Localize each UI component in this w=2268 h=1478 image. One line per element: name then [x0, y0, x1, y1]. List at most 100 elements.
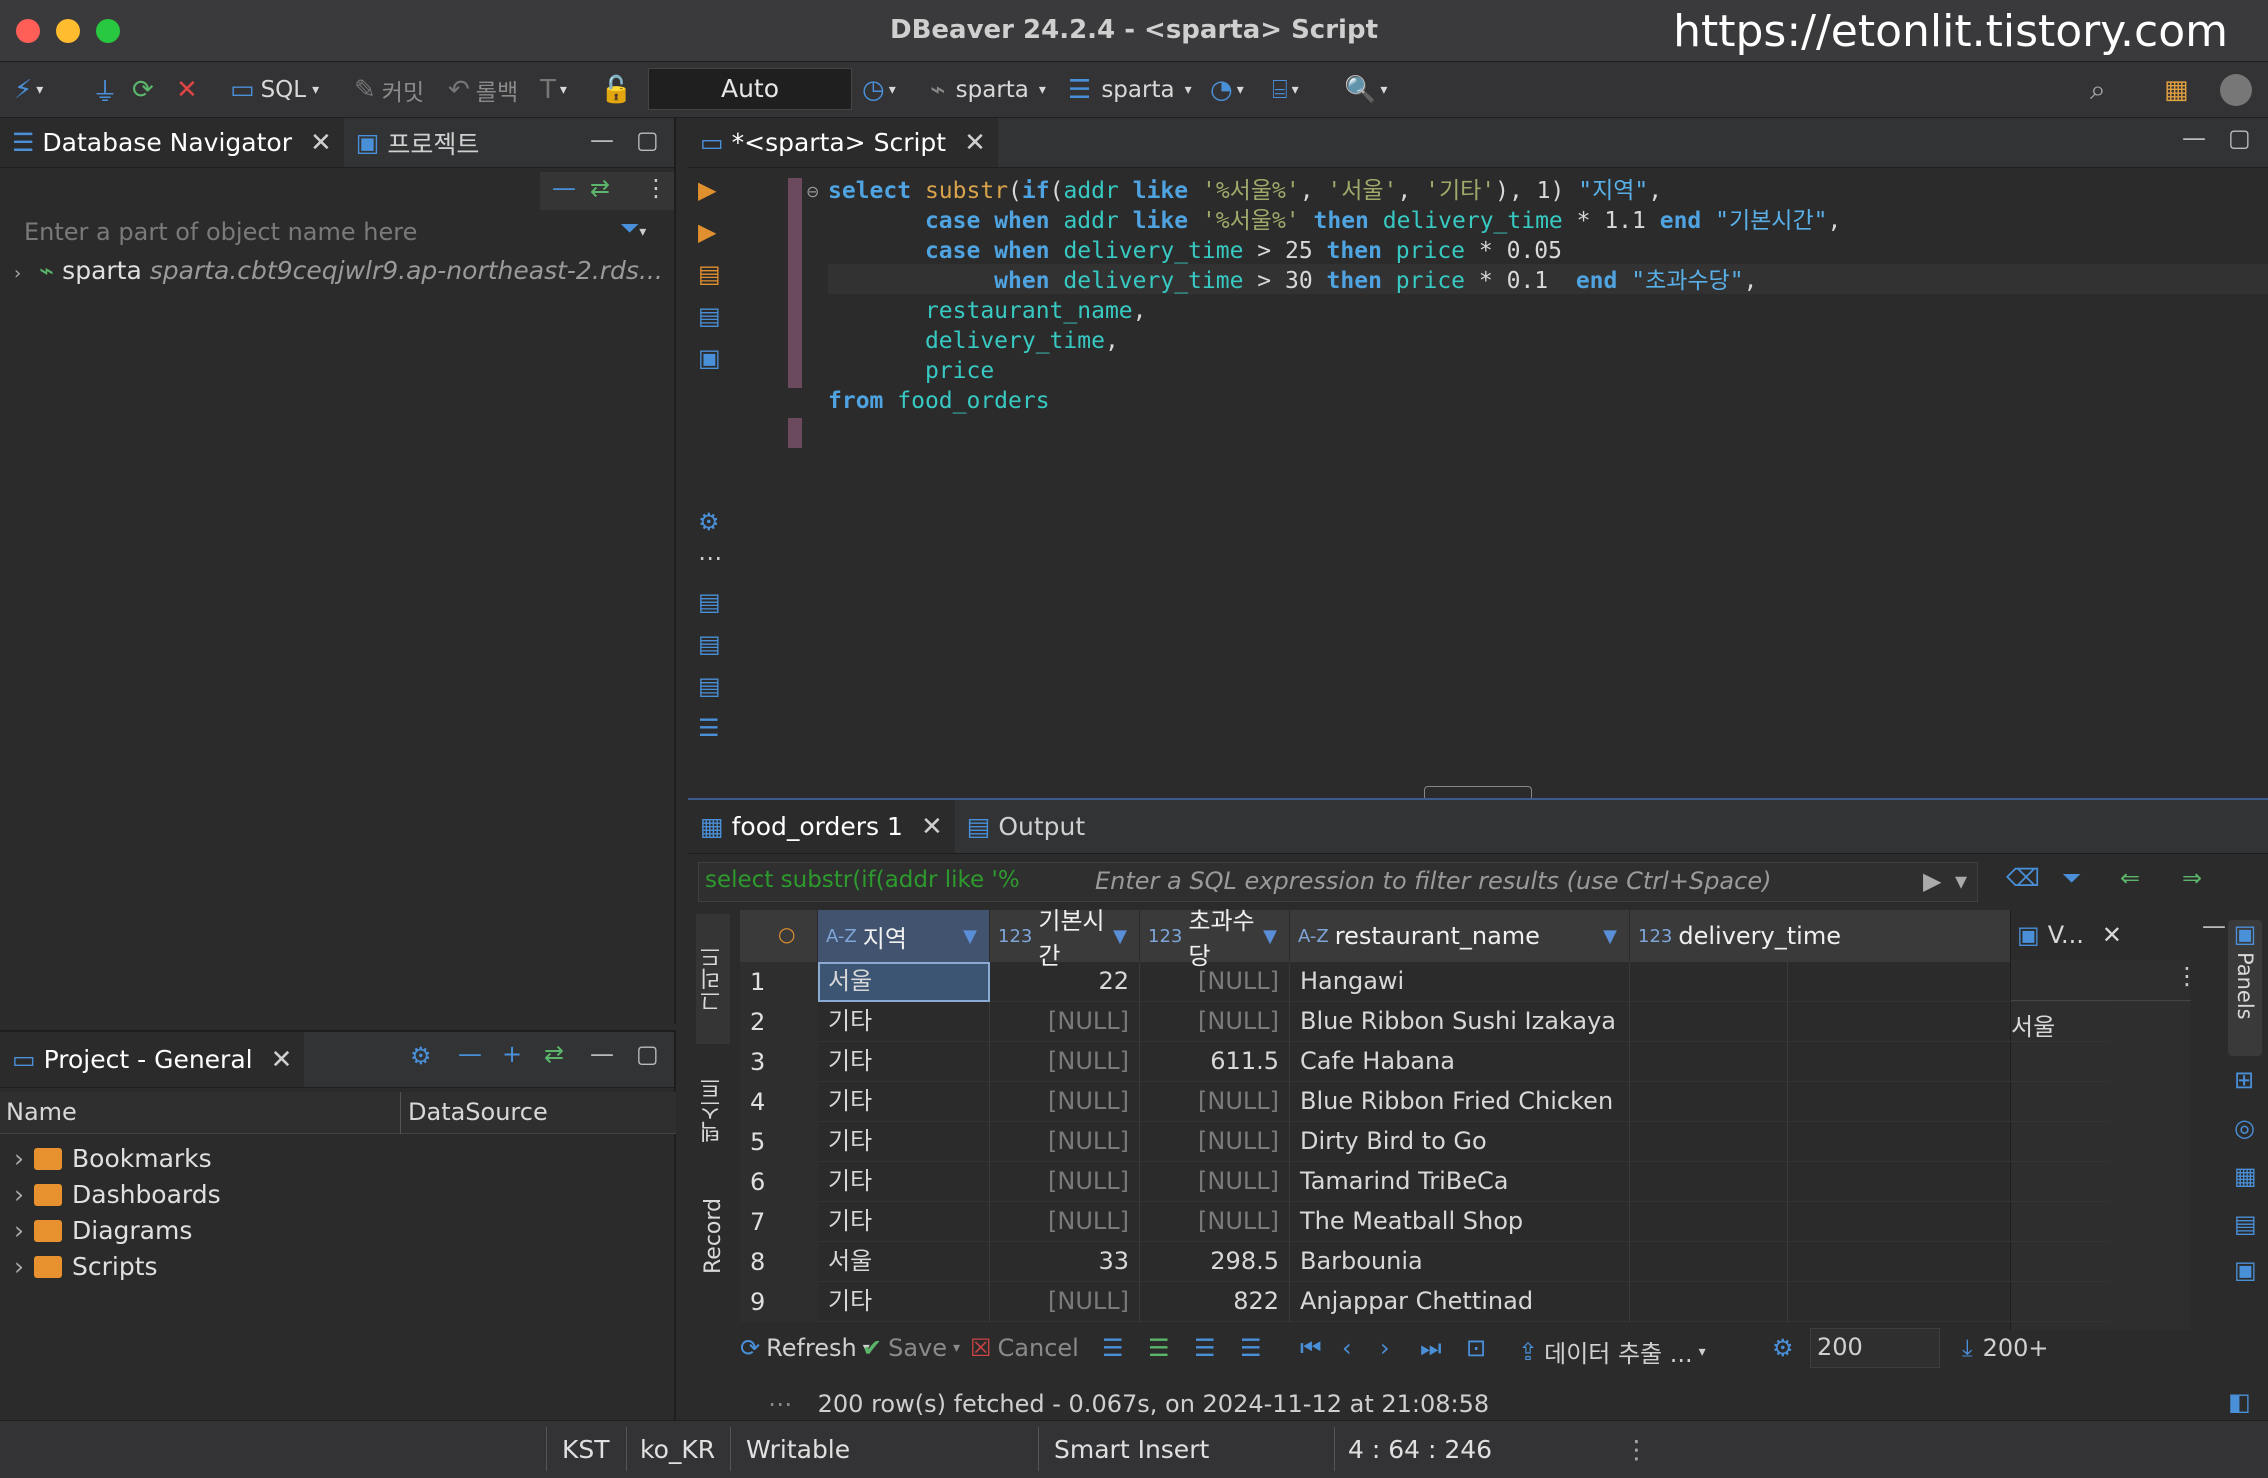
- tab-food-orders-1[interactable]: ▦ food_orders 1 ✕: [688, 800, 955, 853]
- collapse-icon[interactable]: —: [458, 1040, 482, 1068]
- table-cell[interactable]: 서울: [818, 1242, 990, 1282]
- table-cell[interactable]: [NULL]: [990, 1082, 1140, 1122]
- table-cell[interactable]: [NULL]: [1140, 1002, 1290, 1042]
- table-row[interactable]: 2 기타 [NULL] [NULL] Blue Ribbon Sushi Izakaya: [740, 1002, 2110, 1042]
- table-cell[interactable]: [NULL]: [1140, 962, 1290, 1002]
- column-name-header[interactable]: Name: [6, 1098, 77, 1126]
- export-icon[interactable]: ▤: [698, 588, 721, 616]
- row-number[interactable]: 4: [740, 1082, 818, 1122]
- last-page-icon[interactable]: ⏭: [1420, 1334, 1442, 1362]
- tab-database-navigator[interactable]: ☰ Database Navigator ✕: [0, 118, 344, 167]
- panels-toggle[interactable]: ▣ Panels: [2228, 920, 2262, 1056]
- explain-plan-icon[interactable]: ▤: [698, 302, 721, 330]
- table-row[interactable]: 5 기타 [NULL] [NULL] Dirty Bird to Go: [740, 1122, 2110, 1162]
- table-cell[interactable]: [NULL]: [1140, 1122, 1290, 1162]
- forward-icon[interactable]: ⇒: [2182, 864, 2202, 892]
- table-cell[interactable]: Blue Ribbon Sushi Izakaya: [1290, 1002, 1630, 1042]
- table-cell[interactable]: [1630, 1282, 1788, 1322]
- sort-arrow-icon[interactable]: ▼: [1603, 926, 1617, 947]
- settings-icon[interactable]: ⚙: [698, 508, 720, 536]
- table-cell[interactable]: 기타: [818, 1002, 990, 1042]
- code-line-8[interactable]: from food_orders: [828, 386, 1050, 416]
- table-cell[interactable]: 기타: [818, 1042, 990, 1082]
- table-row[interactable]: 6 기타 [NULL] [NULL] Tamarind TriBeCa: [740, 1162, 2110, 1202]
- more-icon[interactable]: ⋯: [698, 544, 722, 572]
- table-cell[interactable]: The Meatball Shop: [1290, 1202, 1630, 1242]
- table-cell[interactable]: Barbounia: [1290, 1242, 1630, 1282]
- table-cell[interactable]: 기타: [818, 1202, 990, 1242]
- copy-row-icon[interactable]: ☰: [1194, 1334, 1216, 1362]
- table-cell[interactable]: [1630, 1242, 1788, 1282]
- column-header-region[interactable]: A-Z 지역 ▼: [818, 910, 990, 962]
- table-cell[interactable]: Tamarind TriBeCa: [1290, 1162, 1630, 1202]
- export-data-button[interactable]: ⇪ 데이터 추출 ... ▾: [1518, 1334, 1706, 1369]
- tab-project-general[interactable]: ▭ Project - General ✕: [0, 1032, 305, 1087]
- terminal-icon[interactable]: ▣: [698, 344, 721, 372]
- table-cell[interactable]: [1630, 962, 1788, 1002]
- tab-record-view[interactable]: Record: [696, 1186, 730, 1286]
- panel-toggle-icon[interactable]: ◧: [2228, 1388, 2251, 1416]
- row-number[interactable]: 8: [740, 1242, 818, 1282]
- history-button[interactable]: ◷ ▾: [862, 72, 896, 108]
- tab-grid-view[interactable]: 그리드: [696, 914, 730, 1044]
- code-line-2[interactable]: case when addr like '%서울%' then delivery…: [828, 206, 1841, 236]
- sort-arrow-icon[interactable]: ▼: [1263, 926, 1277, 947]
- table-cell[interactable]: Blue Ribbon Fried Chicken: [1290, 1082, 1630, 1122]
- tools-button[interactable]: ⌸ ▾: [1272, 72, 1299, 108]
- edit-row-icon[interactable]: ☰: [1102, 1334, 1124, 1362]
- account-button[interactable]: [2220, 72, 2252, 108]
- execute-new-tab-icon[interactable]: ▶: [698, 218, 716, 246]
- perspective-button[interactable]: ▦: [2164, 72, 2189, 108]
- fetch-size-input[interactable]: 200: [1810, 1328, 1940, 1368]
- table-row[interactable]: 7 기타 [NULL] [NULL] The Meatball Shop: [740, 1202, 2110, 1242]
- apply-filter-icon[interactable]: ▶: [1923, 867, 1941, 895]
- execute-statement-icon[interactable]: ▶: [698, 176, 716, 204]
- value-view-icon[interactable]: ▣: [2234, 1256, 2257, 1284]
- navigator-filter-input[interactable]: Enter a part of object name here: [24, 218, 417, 246]
- search-dropdown-button[interactable]: 🔍 ▾: [1344, 72, 1387, 108]
- table-cell[interactable]: Cafe Habana: [1290, 1042, 1630, 1082]
- table-cell[interactable]: 298.5: [1140, 1242, 1290, 1282]
- connect-button[interactable]: ⏚: [92, 72, 118, 108]
- table-cell[interactable]: 서울: [818, 962, 990, 1002]
- disconnect-button[interactable]: ✕: [176, 72, 198, 108]
- table-cell[interactable]: Anjappar Chettinad: [1290, 1282, 1630, 1322]
- tab-text-view[interactable]: 텍스트: [696, 1060, 730, 1160]
- table-cell[interactable]: 기타: [818, 1122, 990, 1162]
- row-number-header[interactable]: ○: [740, 910, 818, 962]
- project-item-diagrams[interactable]: › Diagrams: [14, 1216, 192, 1245]
- clear-filter-icon[interactable]: ⌫: [2006, 864, 2040, 892]
- delete-row-icon[interactable]: ☰: [1240, 1334, 1262, 1362]
- cancel-button[interactable]: ☒ Cancel: [970, 1334, 1079, 1362]
- column-header-restaurant-name[interactable]: A-Z restaurant_name ▼: [1290, 910, 1630, 962]
- status-more-icon[interactable]: ⋮: [1624, 1435, 1649, 1464]
- project-item-dashboards[interactable]: › Dashboards: [14, 1180, 221, 1209]
- minimize-icon[interactable]: —: [590, 1040, 614, 1068]
- close-icon[interactable]: ✕: [964, 128, 986, 158]
- minimize-icon[interactable]: —: [2182, 124, 2206, 152]
- row-number[interactable]: 2: [740, 1002, 818, 1042]
- connection-tree-item[interactable]: › ⌁ sparta sparta.cbt9ceqjwlr9.ap-northe…: [14, 256, 663, 285]
- row-number[interactable]: 6: [740, 1162, 818, 1202]
- table-cell[interactable]: [NULL]: [990, 1042, 1140, 1082]
- table-cell[interactable]: [NULL]: [990, 1002, 1140, 1042]
- table-cell[interactable]: [NULL]: [990, 1122, 1140, 1162]
- table-cell[interactable]: 기타: [818, 1162, 990, 1202]
- active-connection-select[interactable]: ⌁ sparta ▾: [930, 72, 1046, 108]
- link-icon[interactable]: ⇄: [544, 1040, 564, 1068]
- fetch-all-icon[interactable]: ⊡: [1466, 1334, 1486, 1362]
- close-icon[interactable]: ✕: [921, 812, 943, 842]
- maximize-icon[interactable]: ▢: [2228, 124, 2251, 152]
- column-header-base-time[interactable]: 123 기본시간 ▼: [990, 907, 1140, 970]
- chevron-right-icon[interactable]: ›: [14, 263, 21, 284]
- sort-arrow-icon[interactable]: ▼: [1113, 926, 1127, 947]
- tab-projects[interactable]: ▣ 프로젝트: [344, 118, 492, 167]
- filter-icon[interactable]: ⏷: [2062, 864, 2081, 892]
- table-cell[interactable]: [1630, 1002, 1788, 1042]
- table-row[interactable]: 3 기타 [NULL] 611.5 Cafe Habana: [740, 1042, 2110, 1082]
- close-icon[interactable]: ✕: [310, 128, 332, 158]
- layout-icon[interactable]: ⊞: [2234, 1066, 2254, 1094]
- table-cell[interactable]: [1630, 1042, 1788, 1082]
- rollback-button[interactable]: ↶ 롤백: [448, 72, 518, 108]
- transaction-mode-select[interactable]: Auto: [648, 68, 852, 110]
